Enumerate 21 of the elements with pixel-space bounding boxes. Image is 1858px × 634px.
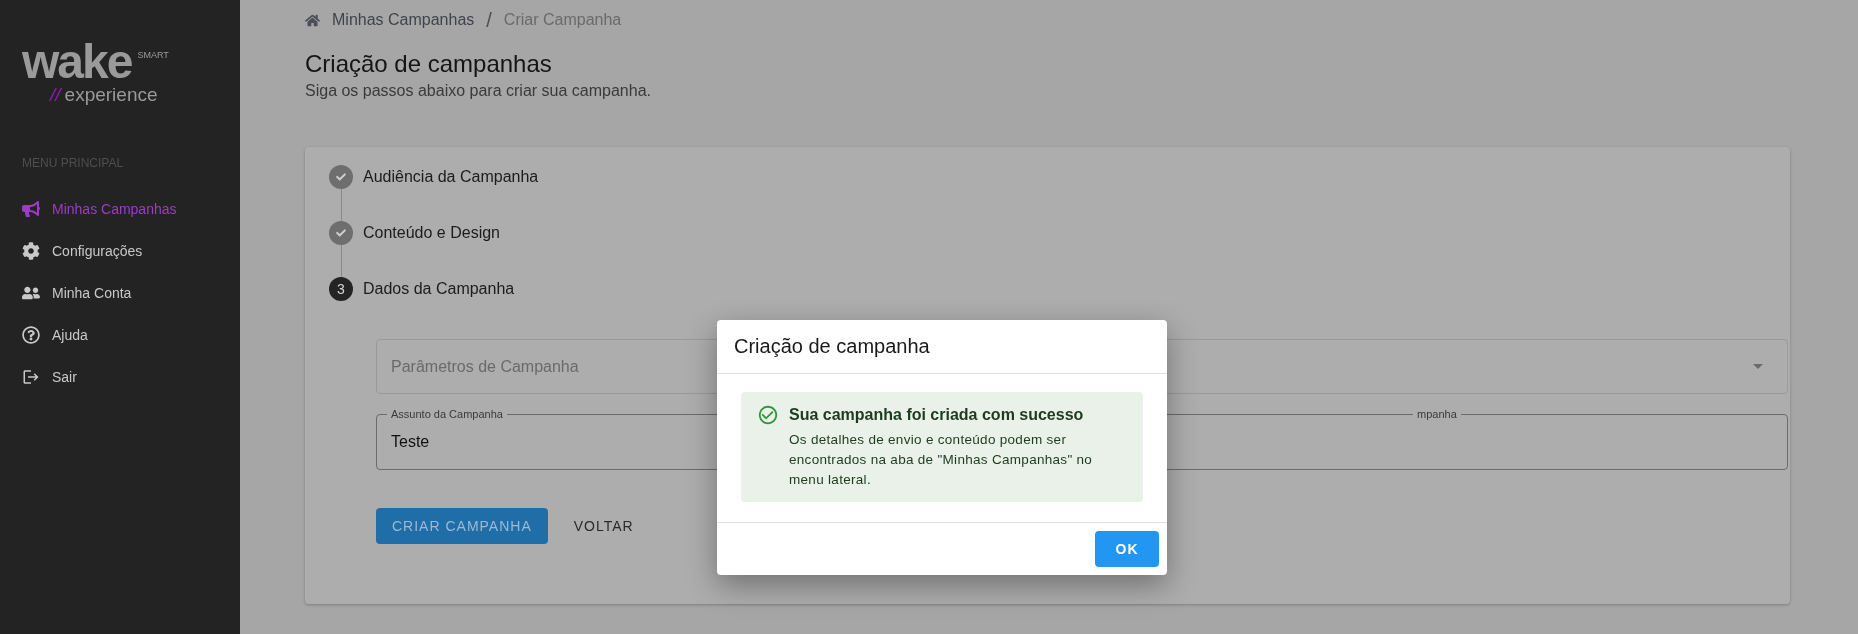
page-title: Criação de campanhas — [305, 50, 553, 78]
sidebar-item-label: Sair — [52, 369, 77, 385]
step-label: Audiência da Campanha — [363, 168, 539, 186]
sidebar-item-label: Minha Conta — [52, 285, 132, 301]
step-label: Conteúdo e Design — [363, 224, 500, 242]
field-label: Assunto da Campanha — [387, 407, 507, 421]
breadcrumb-separator: / — [486, 8, 492, 32]
logo-slashes: // — [50, 84, 61, 106]
alert-message: Os detalhes de envio e conteúdo podem ser encontrados na aba de "Minhas Campanhas" no menu lateral. — [789, 431, 1094, 489]
sidebar-item-label: Ajuda — [52, 327, 88, 343]
dialog-title: Criação de campanha — [717, 320, 1167, 374]
alert-title: Sua campanha foi criada com sucesso — [789, 406, 1085, 424]
step-label: Dados da Campanha — [363, 280, 515, 298]
logo-superscript-text: SMART — [137, 50, 169, 60]
sidebar-item-label: Minhas Campanhas — [52, 201, 177, 217]
page-subtitle: Siga os passos abaixo para criar sua campanha. — [305, 82, 652, 100]
field-label: mpanha — [1413, 407, 1461, 421]
logo-tagline: experience — [64, 84, 158, 106]
step-number: 3 — [329, 277, 353, 301]
logo-wordmark: wake — [22, 40, 132, 84]
sidebar-item-label: Configurações — [52, 243, 143, 259]
